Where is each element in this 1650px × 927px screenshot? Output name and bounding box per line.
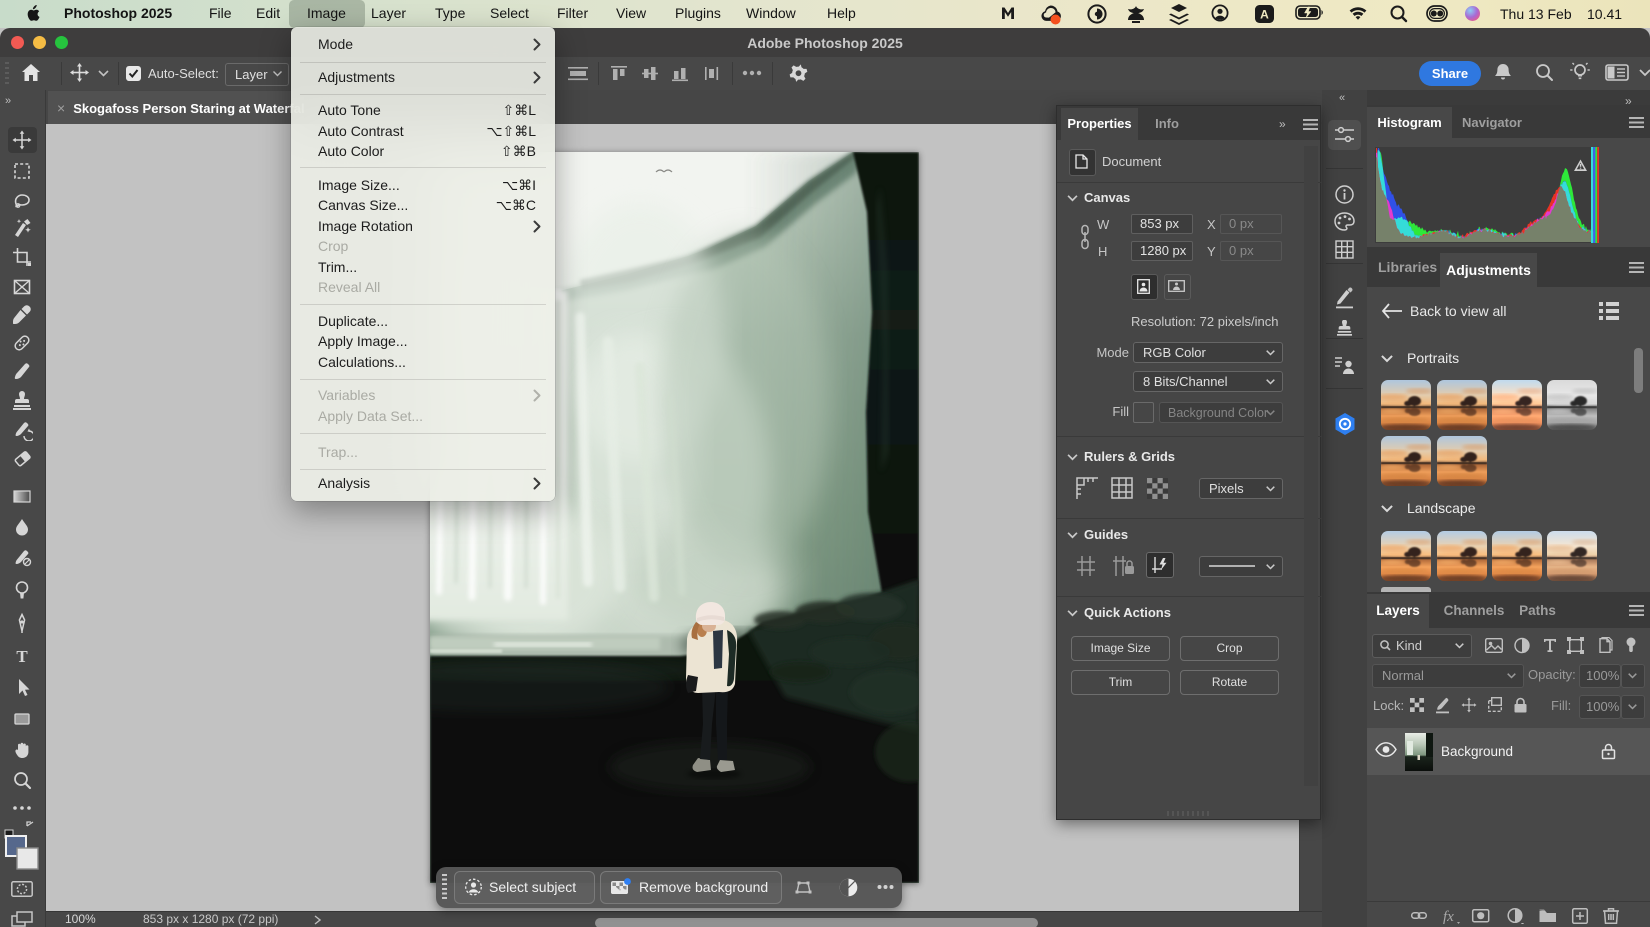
svg-text:T: T: [16, 647, 28, 666]
svg-text:fx: fx: [1443, 909, 1454, 924]
svg-text:Thu 13 Feb: Thu 13 Feb: [1500, 6, 1572, 22]
svg-text:10.41: 10.41: [1587, 6, 1622, 22]
svg-text:A: A: [1260, 8, 1269, 22]
